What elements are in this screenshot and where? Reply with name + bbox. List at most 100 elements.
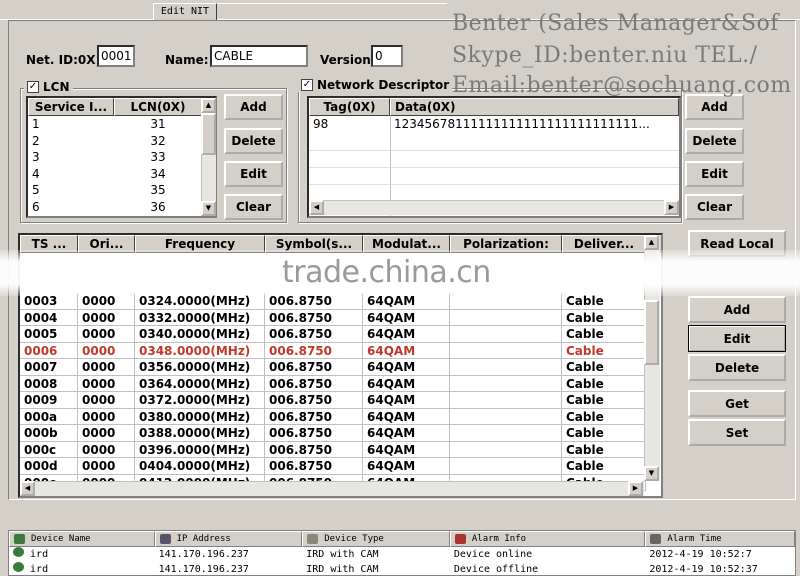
ts-cell-ori: 0000: [78, 441, 135, 458]
ts-add-button[interactable]: Add: [688, 296, 786, 323]
ts-delete-button[interactable]: Delete: [688, 354, 786, 381]
ts-cell-id: 000c: [20, 441, 78, 458]
alarm-col-ip[interactable]: IP Address: [154, 531, 303, 547]
ts-cell-symbol: 006.8750: [265, 375, 363, 392]
list-item[interactable]: 1 31: [28, 116, 215, 133]
list-item[interactable]: 3 33: [28, 149, 215, 166]
alarm-info-cell: Device online: [453, 549, 533, 560]
lcn-service-cell: 3: [32, 150, 40, 164]
ts-cell-id: 000d: [20, 458, 78, 475]
scroll-left-icon[interactable]: ◀: [309, 200, 324, 215]
ts-scroll-thumb[interactable]: [644, 300, 659, 365]
ts-cell-frequency: 0364.0000(MHz): [135, 375, 265, 392]
lcn-list: Service I... LCN(0X) 1 31 2 32 3 33 4 34 5 35…: [26, 96, 217, 218]
ts-cell-modulation: 64QAM: [363, 458, 450, 475]
table-row[interactable]: ird 141.170.196.237 IRD with CAM Device …: [9, 547, 795, 562]
alarm-col-label: IP Address: [176, 534, 231, 544]
alarm-icon: [454, 534, 466, 544]
ts-cell-symbol: 006.8750: [265, 342, 363, 359]
ts-cell-id: 0008: [20, 375, 78, 392]
ts-cell-ori: 0000: [78, 309, 135, 326]
table-row[interactable]: 000d 0000 0404.0000(MHz) 006.8750 64QAM Cable: [20, 458, 661, 475]
alarm-col-type[interactable]: Device Type: [302, 531, 450, 547]
list-item[interactable]: 5 35: [28, 182, 215, 199]
lcn-header: Service I... LCN(0X): [28, 98, 215, 116]
table-row[interactable]: 0007 0000 0356.0000(MHz) 006.8750 64QAM Cable: [20, 359, 661, 376]
ts-cell-frequency: 0404.0000(MHz): [135, 458, 265, 475]
lcn-value-cell: 33: [150, 150, 166, 164]
net-id-field[interactable]: 0001: [97, 45, 135, 67]
lcn-service-cell: 1: [32, 117, 40, 131]
net-id-label: Net. ID:0X: [26, 53, 96, 67]
tab-edit-nit[interactable]: Edit NIT: [153, 3, 217, 21]
nd-tag-cell: 98: [313, 117, 329, 131]
table-row[interactable]: 0004 0000 0332.0000(MHz) 006.8750 64QAM Cable: [20, 309, 661, 326]
lcn-col-service[interactable]: Service I...: [28, 98, 114, 116]
list-item[interactable]: 4 34: [28, 166, 215, 183]
alarm-col-label: Device Type: [324, 534, 384, 544]
ts-cell-symbol: 006.8750: [265, 392, 363, 409]
alarm-col-time[interactable]: Alarm Time: [645, 531, 795, 547]
nd-delete-button[interactable]: Delete: [685, 128, 744, 154]
alarm-time-cell: 2012-4-19 10:52:7: [649, 549, 752, 560]
set-button[interactable]: Set: [688, 419, 786, 446]
nd-hscrollbar[interactable]: [309, 200, 679, 215]
scroll-right-icon[interactable]: ▶: [628, 481, 643, 496]
version-field[interactable]: 0: [371, 45, 403, 67]
ts-cell-delivery: Cable: [562, 342, 646, 359]
watermark-line-3: Email:benter@sochuang.com: [452, 73, 792, 98]
nd-col-tag[interactable]: Tag(0X): [309, 98, 390, 116]
table-row[interactable]: 000b 0000 0388.0000(MHz) 006.8750 64QAM Cable: [20, 425, 661, 442]
nd-clear-button[interactable]: Clear: [685, 194, 744, 220]
lcn-add-button[interactable]: Add: [224, 94, 283, 120]
alarm-device-name: ird: [30, 549, 49, 560]
ts-cell-polarization: [450, 342, 562, 359]
lcn-scroll-thumb[interactable]: [201, 113, 216, 155]
ts-cell-delivery: Cable: [562, 375, 646, 392]
ts-hscrollbar[interactable]: [20, 481, 644, 496]
ts-edit-button[interactable]: Edit: [688, 325, 786, 352]
scroll-down-icon[interactable]: ▼: [644, 466, 659, 481]
scroll-up-icon[interactable]: ▲: [201, 98, 216, 113]
ts-cell-frequency: 0372.0000(MHz): [135, 392, 265, 409]
list-item[interactable]: 98 12345678111111111111111111111111...: [309, 116, 679, 133]
lcn-checkbox[interactable]: ✓: [27, 81, 39, 93]
ts-cell-id: 0006: [20, 342, 78, 359]
table-row[interactable]: 0008 0000 0364.0000(MHz) 006.8750 64QAM Cable: [20, 375, 661, 392]
lcn-clear-button[interactable]: Clear: [224, 194, 283, 220]
list-item[interactable]: 2 32: [28, 133, 215, 150]
ts-cell-frequency: 0388.0000(MHz): [135, 425, 265, 442]
network-descriptor-checkbox[interactable]: ✓: [301, 79, 313, 91]
ts-rows: 0003 0000 0324.0000(MHz) 006.8750 64QAM Cable…: [20, 293, 661, 491]
scroll-left-icon[interactable]: ◀: [20, 481, 35, 496]
ts-cell-id: 0005: [20, 326, 78, 343]
alarm-device-cell: ird: [9, 562, 155, 575]
ts-cell-frequency: 0356.0000(MHz): [135, 359, 265, 376]
ts-cell-polarization: [450, 408, 562, 425]
alarm-col-device-name[interactable]: Device Name: [9, 531, 155, 547]
scroll-right-icon[interactable]: ▶: [664, 200, 679, 215]
table-row[interactable]: 0009 0000 0372.0000(MHz) 006.8750 64QAM Cable: [20, 392, 661, 409]
name-field[interactable]: CABLE: [210, 45, 308, 67]
ts-cell-id: 000b: [20, 425, 78, 442]
lcn-edit-button[interactable]: Edit: [224, 161, 283, 187]
table-row[interactable]: 000a 0000 0380.0000(MHz) 006.8750 64QAM Cable: [20, 408, 661, 425]
scroll-up-icon[interactable]: ▲: [644, 235, 659, 250]
table-row[interactable]: 000c 0000 0396.0000(MHz) 006.8750 64QAM Cable: [20, 441, 661, 458]
scroll-down-icon[interactable]: ▼: [201, 201, 216, 216]
table-row[interactable]: 0005 0000 0340.0000(MHz) 006.8750 64QAM Cable: [20, 326, 661, 343]
list-item[interactable]: 6 36: [28, 199, 215, 216]
lcn-col-lcn[interactable]: LCN(0X): [114, 98, 202, 116]
alarm-col-info[interactable]: Alarm Info: [449, 531, 646, 547]
ts-cell-polarization: [450, 458, 562, 475]
ts-cell-symbol: 006.8750: [265, 441, 363, 458]
lcn-delete-button[interactable]: Delete: [224, 128, 283, 154]
table-row[interactable]: ird 141.170.196.237 IRD with CAM Device …: [9, 562, 795, 575]
get-button[interactable]: Get: [688, 390, 786, 417]
nd-edit-button[interactable]: Edit: [685, 161, 744, 187]
nd-col-data[interactable]: Data(0X): [390, 98, 679, 116]
table-row[interactable]: 0006 0000 0348.0000(MHz) 006.8750 64QAM Cable: [20, 342, 661, 359]
ts-cell-symbol: 006.8750: [265, 408, 363, 425]
ts-cell-ori: 0000: [78, 425, 135, 442]
alarm-ip-cell: 141.170.196.237: [158, 549, 249, 560]
